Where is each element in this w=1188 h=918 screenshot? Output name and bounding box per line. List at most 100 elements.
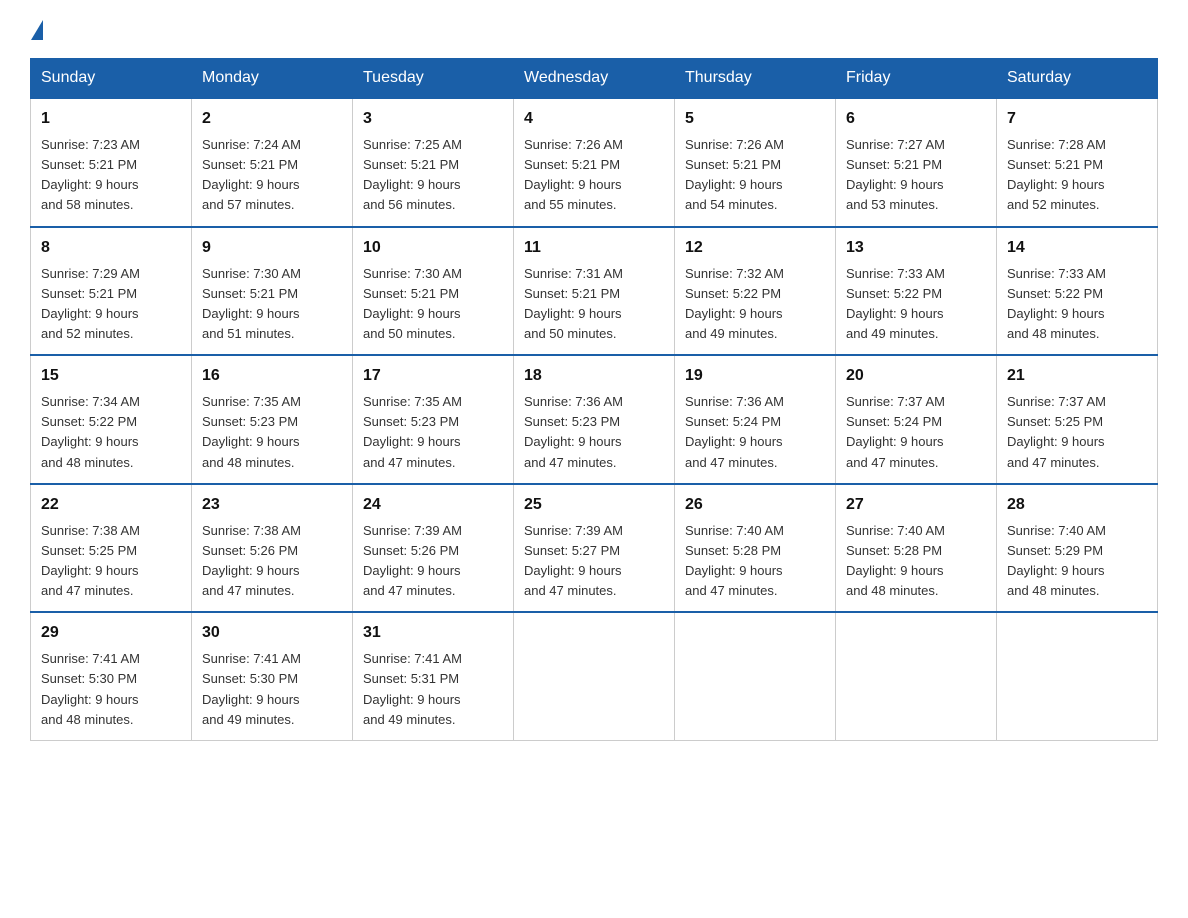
day-info: Sunrise: 7:41 AMSunset: 5:31 PMDaylight:… — [363, 651, 462, 726]
week-row-4: 22 Sunrise: 7:38 AMSunset: 5:25 PMDaylig… — [31, 484, 1158, 613]
calendar-cell: 4 Sunrise: 7:26 AMSunset: 5:21 PMDayligh… — [514, 98, 675, 227]
day-info: Sunrise: 7:41 AMSunset: 5:30 PMDaylight:… — [41, 651, 140, 726]
day-number: 3 — [363, 107, 503, 131]
calendar-cell: 16 Sunrise: 7:35 AMSunset: 5:23 PMDaylig… — [192, 355, 353, 484]
calendar-cell: 17 Sunrise: 7:35 AMSunset: 5:23 PMDaylig… — [353, 355, 514, 484]
calendar-cell: 28 Sunrise: 7:40 AMSunset: 5:29 PMDaylig… — [997, 484, 1158, 613]
day-number: 14 — [1007, 236, 1147, 260]
day-number: 15 — [41, 364, 181, 388]
calendar-cell — [514, 612, 675, 740]
calendar-cell: 23 Sunrise: 7:38 AMSunset: 5:26 PMDaylig… — [192, 484, 353, 613]
day-number: 27 — [846, 493, 986, 517]
day-info: Sunrise: 7:38 AMSunset: 5:25 PMDaylight:… — [41, 523, 140, 598]
day-number: 2 — [202, 107, 342, 131]
day-info: Sunrise: 7:24 AMSunset: 5:21 PMDaylight:… — [202, 137, 301, 212]
col-header-sunday: Sunday — [31, 59, 192, 99]
day-info: Sunrise: 7:26 AMSunset: 5:21 PMDaylight:… — [685, 137, 784, 212]
day-number: 5 — [685, 107, 825, 131]
calendar-cell: 29 Sunrise: 7:41 AMSunset: 5:30 PMDaylig… — [31, 612, 192, 740]
day-info: Sunrise: 7:29 AMSunset: 5:21 PMDaylight:… — [41, 266, 140, 341]
calendar-cell: 12 Sunrise: 7:32 AMSunset: 5:22 PMDaylig… — [675, 227, 836, 356]
day-number: 16 — [202, 364, 342, 388]
calendar-cell — [836, 612, 997, 740]
calendar-cell: 10 Sunrise: 7:30 AMSunset: 5:21 PMDaylig… — [353, 227, 514, 356]
calendar-cell: 21 Sunrise: 7:37 AMSunset: 5:25 PMDaylig… — [997, 355, 1158, 484]
week-row-2: 8 Sunrise: 7:29 AMSunset: 5:21 PMDayligh… — [31, 227, 1158, 356]
calendar-cell: 27 Sunrise: 7:40 AMSunset: 5:28 PMDaylig… — [836, 484, 997, 613]
day-info: Sunrise: 7:37 AMSunset: 5:24 PMDaylight:… — [846, 394, 945, 469]
week-row-1: 1 Sunrise: 7:23 AMSunset: 5:21 PMDayligh… — [31, 98, 1158, 227]
calendar-cell: 7 Sunrise: 7:28 AMSunset: 5:21 PMDayligh… — [997, 98, 1158, 227]
week-row-3: 15 Sunrise: 7:34 AMSunset: 5:22 PMDaylig… — [31, 355, 1158, 484]
calendar-cell: 24 Sunrise: 7:39 AMSunset: 5:26 PMDaylig… — [353, 484, 514, 613]
day-number: 29 — [41, 621, 181, 645]
calendar-cell: 3 Sunrise: 7:25 AMSunset: 5:21 PMDayligh… — [353, 98, 514, 227]
logo-triangle-icon — [31, 20, 43, 40]
calendar-cell: 20 Sunrise: 7:37 AMSunset: 5:24 PMDaylig… — [836, 355, 997, 484]
logo-text — [30, 20, 45, 40]
day-number: 18 — [524, 364, 664, 388]
calendar-cell: 11 Sunrise: 7:31 AMSunset: 5:21 PMDaylig… — [514, 227, 675, 356]
calendar-cell: 6 Sunrise: 7:27 AMSunset: 5:21 PMDayligh… — [836, 98, 997, 227]
day-info: Sunrise: 7:40 AMSunset: 5:29 PMDaylight:… — [1007, 523, 1106, 598]
calendar-cell: 5 Sunrise: 7:26 AMSunset: 5:21 PMDayligh… — [675, 98, 836, 227]
day-number: 28 — [1007, 493, 1147, 517]
calendar-cell: 13 Sunrise: 7:33 AMSunset: 5:22 PMDaylig… — [836, 227, 997, 356]
day-info: Sunrise: 7:33 AMSunset: 5:22 PMDaylight:… — [846, 266, 945, 341]
day-info: Sunrise: 7:25 AMSunset: 5:21 PMDaylight:… — [363, 137, 462, 212]
day-number: 20 — [846, 364, 986, 388]
day-info: Sunrise: 7:41 AMSunset: 5:30 PMDaylight:… — [202, 651, 301, 726]
calendar-cell: 31 Sunrise: 7:41 AMSunset: 5:31 PMDaylig… — [353, 612, 514, 740]
col-header-friday: Friday — [836, 59, 997, 99]
day-info: Sunrise: 7:30 AMSunset: 5:21 PMDaylight:… — [202, 266, 301, 341]
calendar-cell — [997, 612, 1158, 740]
calendar-cell: 8 Sunrise: 7:29 AMSunset: 5:21 PMDayligh… — [31, 227, 192, 356]
calendar-cell: 25 Sunrise: 7:39 AMSunset: 5:27 PMDaylig… — [514, 484, 675, 613]
day-info: Sunrise: 7:33 AMSunset: 5:22 PMDaylight:… — [1007, 266, 1106, 341]
calendar-cell: 14 Sunrise: 7:33 AMSunset: 5:22 PMDaylig… — [997, 227, 1158, 356]
day-info: Sunrise: 7:39 AMSunset: 5:26 PMDaylight:… — [363, 523, 462, 598]
day-info: Sunrise: 7:27 AMSunset: 5:21 PMDaylight:… — [846, 137, 945, 212]
day-info: Sunrise: 7:39 AMSunset: 5:27 PMDaylight:… — [524, 523, 623, 598]
day-info: Sunrise: 7:36 AMSunset: 5:24 PMDaylight:… — [685, 394, 784, 469]
day-number: 19 — [685, 364, 825, 388]
calendar-cell: 15 Sunrise: 7:34 AMSunset: 5:22 PMDaylig… — [31, 355, 192, 484]
page-header — [30, 20, 1158, 40]
day-info: Sunrise: 7:31 AMSunset: 5:21 PMDaylight:… — [524, 266, 623, 341]
day-number: 13 — [846, 236, 986, 260]
logo — [30, 20, 45, 40]
calendar-cell: 9 Sunrise: 7:30 AMSunset: 5:21 PMDayligh… — [192, 227, 353, 356]
calendar-cell: 22 Sunrise: 7:38 AMSunset: 5:25 PMDaylig… — [31, 484, 192, 613]
day-info: Sunrise: 7:32 AMSunset: 5:22 PMDaylight:… — [685, 266, 784, 341]
day-info: Sunrise: 7:40 AMSunset: 5:28 PMDaylight:… — [846, 523, 945, 598]
day-number: 7 — [1007, 107, 1147, 131]
calendar-table: SundayMondayTuesdayWednesdayThursdayFrid… — [30, 58, 1158, 741]
day-info: Sunrise: 7:37 AMSunset: 5:25 PMDaylight:… — [1007, 394, 1106, 469]
col-header-wednesday: Wednesday — [514, 59, 675, 99]
col-header-thursday: Thursday — [675, 59, 836, 99]
day-info: Sunrise: 7:23 AMSunset: 5:21 PMDaylight:… — [41, 137, 140, 212]
week-row-5: 29 Sunrise: 7:41 AMSunset: 5:30 PMDaylig… — [31, 612, 1158, 740]
day-number: 17 — [363, 364, 503, 388]
calendar-cell: 2 Sunrise: 7:24 AMSunset: 5:21 PMDayligh… — [192, 98, 353, 227]
day-info: Sunrise: 7:38 AMSunset: 5:26 PMDaylight:… — [202, 523, 301, 598]
day-number: 4 — [524, 107, 664, 131]
day-info: Sunrise: 7:26 AMSunset: 5:21 PMDaylight:… — [524, 137, 623, 212]
day-number: 1 — [41, 107, 181, 131]
day-info: Sunrise: 7:40 AMSunset: 5:28 PMDaylight:… — [685, 523, 784, 598]
calendar-cell: 26 Sunrise: 7:40 AMSunset: 5:28 PMDaylig… — [675, 484, 836, 613]
day-info: Sunrise: 7:30 AMSunset: 5:21 PMDaylight:… — [363, 266, 462, 341]
calendar-header-row: SundayMondayTuesdayWednesdayThursdayFrid… — [31, 59, 1158, 99]
day-number: 12 — [685, 236, 825, 260]
day-info: Sunrise: 7:35 AMSunset: 5:23 PMDaylight:… — [202, 394, 301, 469]
col-header-tuesday: Tuesday — [353, 59, 514, 99]
day-info: Sunrise: 7:28 AMSunset: 5:21 PMDaylight:… — [1007, 137, 1106, 212]
day-number: 10 — [363, 236, 503, 260]
day-info: Sunrise: 7:35 AMSunset: 5:23 PMDaylight:… — [363, 394, 462, 469]
col-header-monday: Monday — [192, 59, 353, 99]
calendar-cell: 30 Sunrise: 7:41 AMSunset: 5:30 PMDaylig… — [192, 612, 353, 740]
day-number: 31 — [363, 621, 503, 645]
day-number: 22 — [41, 493, 181, 517]
day-info: Sunrise: 7:36 AMSunset: 5:23 PMDaylight:… — [524, 394, 623, 469]
day-number: 11 — [524, 236, 664, 260]
